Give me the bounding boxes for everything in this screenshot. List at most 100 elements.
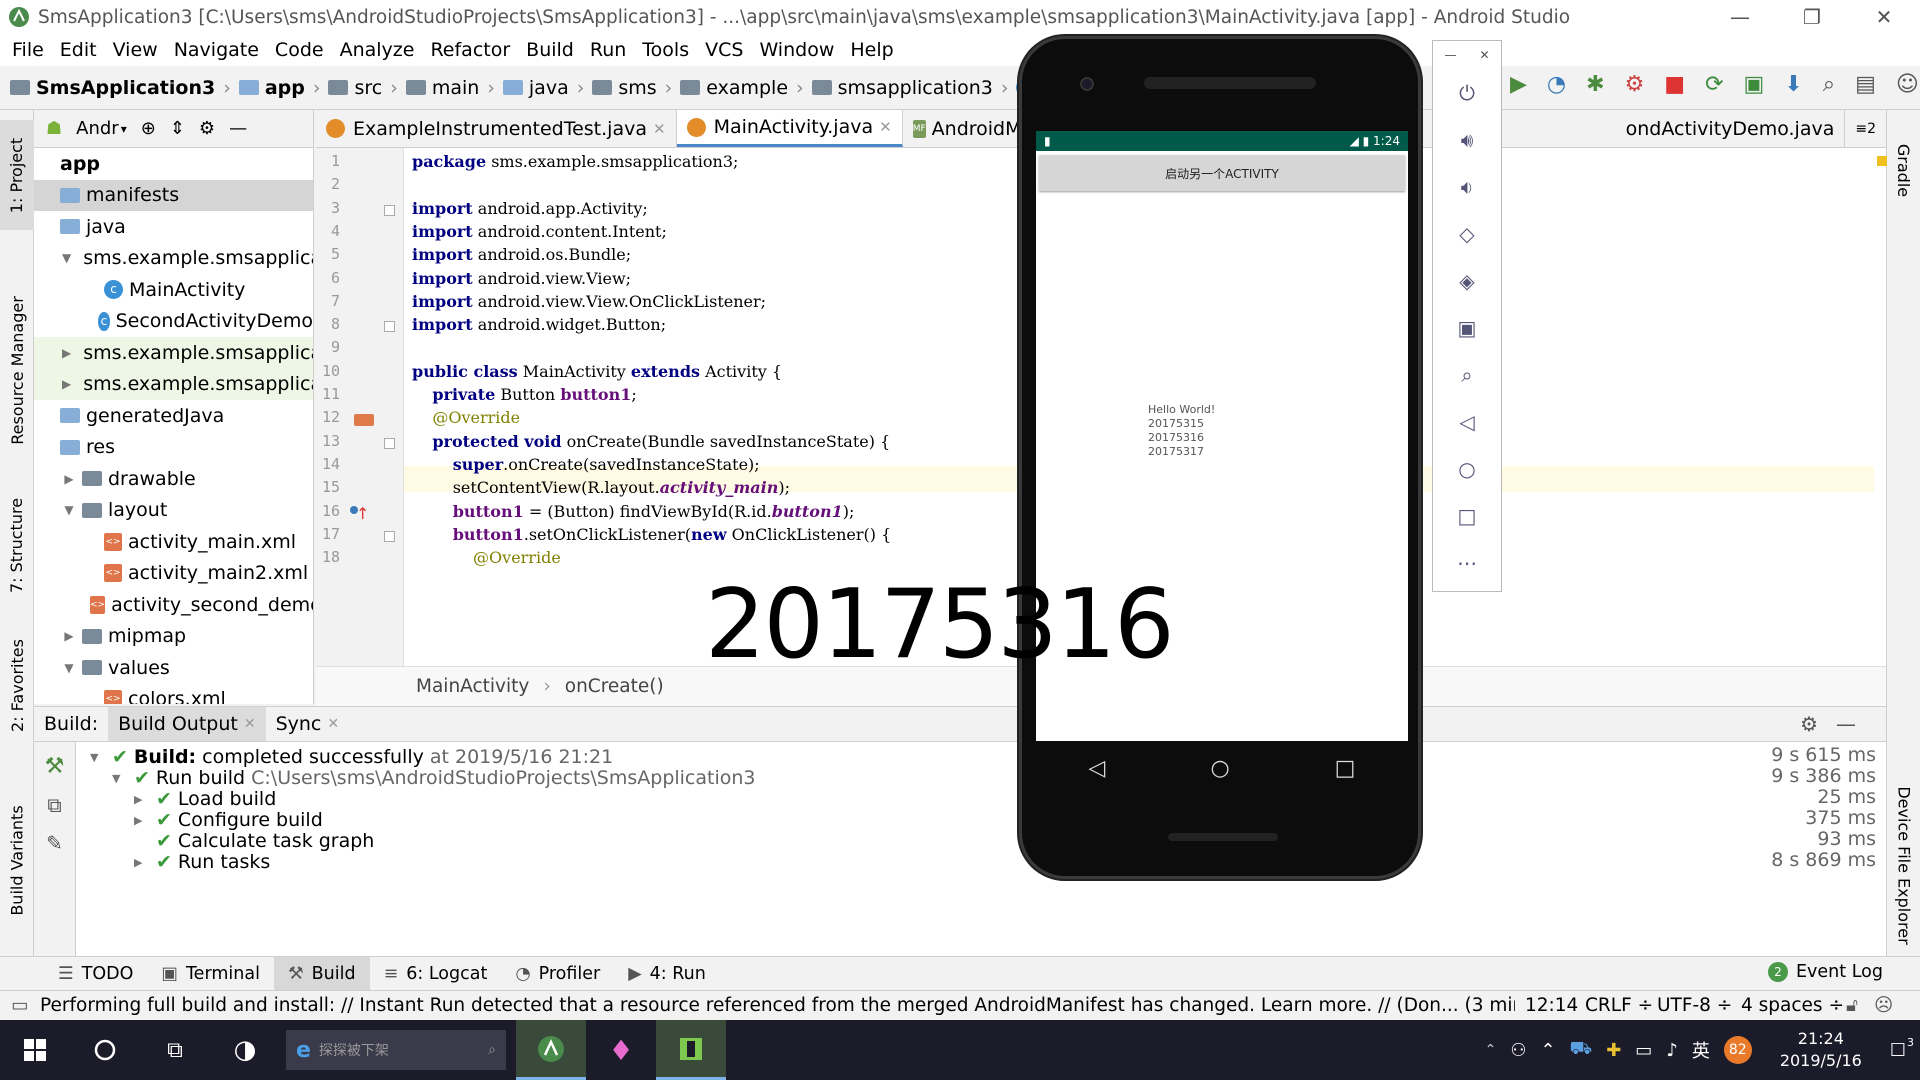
tool-tab-build[interactable]: ⚒ Build	[273, 957, 370, 990]
breadcrumb-0[interactable]: SmsApplication3	[10, 77, 215, 99]
line-separator[interactable]: CRLF ÷	[1585, 995, 1657, 1016]
tool-tab-logcat[interactable]: ≡ 6: Logcat	[370, 957, 502, 990]
code-line[interactable]: @Override	[412, 548, 561, 567]
tab-build-variants[interactable]: Build Variants	[0, 770, 34, 950]
tree-item[interactable]: c SecondActivityDemo	[34, 306, 313, 338]
hide-icon[interactable]: —	[229, 118, 247, 139]
notification-badge[interactable]: 82	[1723, 1036, 1752, 1064]
tab-gradle[interactable]: Gradle	[1887, 120, 1920, 220]
code-line[interactable]: super.onCreate(savedInstanceState);	[412, 455, 760, 474]
tree-item[interactable]: ▼ sms.example.smsapplicat	[34, 243, 313, 275]
clock[interactable]: 21:24 2019/5/16	[1780, 1028, 1862, 1072]
fold-marker-icon[interactable]	[384, 321, 395, 333]
debug-icon[interactable]: ✱	[1586, 72, 1604, 97]
breadcrumb-method[interactable]: onCreate()	[565, 676, 664, 697]
zoom-icon[interactable]: ⌕	[1433, 351, 1501, 398]
code-line[interactable]: setContentView(R.layout.activity_main);	[412, 478, 790, 497]
editor-tab[interactable]: ondActivityDemo.java	[1616, 110, 1846, 147]
code-line[interactable]: button1.setOnClickListener(new OnClickLi…	[412, 525, 892, 544]
editor-tab[interactable]: MF AndroidMar	[903, 110, 1041, 147]
menu-item-file[interactable]: File	[4, 39, 52, 61]
gear-icon[interactable]: ⚙	[199, 118, 215, 139]
tab-favorites[interactable]: 2: Favorites	[0, 610, 34, 760]
security-icon[interactable]: ✚	[1606, 1040, 1621, 1061]
tab-overflow-button[interactable]: ≡2	[1845, 110, 1886, 147]
restore-button[interactable]: ❐	[1776, 0, 1848, 34]
back-icon[interactable]: ◁	[1089, 756, 1106, 781]
tree-item[interactable]: c MainActivity	[34, 274, 313, 306]
tab-structure[interactable]: 7: Structure	[0, 480, 34, 610]
stop-icon[interactable]: ■	[1664, 72, 1685, 97]
menu-item-refactor[interactable]: Refactor	[422, 39, 518, 61]
code-line[interactable]: import android.widget.Button;	[412, 315, 666, 334]
menu-item-view[interactable]: View	[105, 39, 166, 61]
caret-position[interactable]: 12:14	[1525, 995, 1585, 1016]
camera-icon[interactable]: ▣	[1433, 304, 1501, 351]
tree-item[interactable]: java	[34, 211, 313, 243]
menu-item-vcs[interactable]: VCS	[697, 39, 751, 61]
expanded-arrow-icon[interactable]: ▼	[62, 503, 76, 517]
gear-icon[interactable]: ⚙	[1800, 712, 1818, 736]
code-line[interactable]: import android.view.View;	[412, 269, 631, 288]
home-icon[interactable]: ○	[1210, 756, 1229, 781]
breadcrumb-class[interactable]: MainActivity	[416, 676, 529, 697]
menu-item-window[interactable]: Window	[751, 39, 842, 61]
network-app-icon[interactable]: ⛟	[1570, 1038, 1593, 1062]
breadcrumb-2[interactable]: src	[328, 77, 382, 99]
rotate-left-icon[interactable]: ◇	[1433, 210, 1501, 257]
overview-icon[interactable]: □	[1433, 492, 1501, 539]
lock-icon[interactable]: 🔓︎	[1846, 995, 1858, 1016]
search-icon[interactable]: ⌕	[1823, 72, 1835, 97]
tree-arrow-icon[interactable]: ▼	[90, 751, 104, 764]
tree-item[interactable]: ▼ values	[34, 652, 313, 684]
project-structure-icon[interactable]: ▤	[1855, 72, 1876, 97]
event-log[interactable]: 2 Event Log	[1768, 962, 1883, 982]
editor-tab[interactable]: ExampleInstrumentedTest.java ✕	[316, 110, 677, 147]
ime-indicator[interactable]: 英	[1692, 1037, 1710, 1063]
back-icon[interactable]: ◁	[1433, 398, 1501, 445]
emulator-close-icon[interactable]: ✕	[1479, 48, 1489, 62]
tree-arrow-icon[interactable]: ▶	[134, 793, 148, 806]
close-button[interactable]: ✕	[1848, 0, 1920, 34]
breadcrumb-6[interactable]: example	[680, 77, 788, 99]
code-line[interactable]: private Button button1;	[412, 385, 636, 404]
tree-item[interactable]: ▼ layout	[34, 495, 313, 527]
close-tab-icon[interactable]: ✕	[879, 118, 892, 136]
people-icon[interactable]: ⚇	[1510, 1040, 1526, 1061]
menu-item-tools[interactable]: Tools	[634, 39, 697, 61]
tree-item[interactable]: <> activity_second_demo	[34, 589, 313, 621]
inspector-icon[interactable]: ☹	[1874, 995, 1893, 1016]
android-studio-taskbar-icon[interactable]	[516, 1020, 586, 1080]
tree-arrow-icon[interactable]: ▶	[134, 856, 148, 869]
tree-arrow-icon[interactable]: ▼	[112, 772, 126, 785]
fold-marker-icon[interactable]	[384, 530, 395, 542]
code-line[interactable]: import android.content.Intent;	[412, 222, 667, 241]
menu-item-run[interactable]: Run	[582, 39, 634, 61]
code-line[interactable]: import android.view.View.OnClickListener…	[412, 292, 766, 311]
expanded-arrow-icon[interactable]: ▼	[62, 661, 76, 675]
browser-search-box[interactable]: e 探探被下架 ⌕	[286, 1030, 506, 1070]
pin-icon[interactable]: ✎	[34, 831, 75, 855]
status-message[interactable]: Performing full build and install: // In…	[40, 995, 1515, 1016]
tree-item[interactable]: ▶ mipmap	[34, 621, 313, 653]
tree-item[interactable]: app	[34, 148, 313, 180]
minimize-button[interactable]: —	[1704, 0, 1776, 34]
tool-tab-terminal[interactable]: ▣ Terminal	[147, 957, 274, 990]
recents-icon[interactable]: □	[1335, 756, 1356, 781]
more-icon[interactable]: ⋯	[1433, 539, 1501, 586]
menu-item-code[interactable]: Code	[267, 39, 332, 61]
tree-item[interactable]: ▶ drawable	[34, 463, 313, 495]
tool-tab-profiler[interactable]: ◔ Profiler	[501, 957, 614, 990]
code-line[interactable]: import android.app.Activity;	[412, 199, 648, 218]
app-balloon-icon[interactable]: ♦	[586, 1020, 656, 1080]
build-tree-row[interactable]: ▶ ✔ Run tasks	[134, 849, 270, 875]
fold-marker-icon[interactable]	[384, 204, 395, 216]
tree-item[interactable]: ▶ sms.example.smsapplicat	[34, 337, 313, 369]
task-view-icon[interactable]: ⧉	[140, 1020, 210, 1080]
hammer-icon[interactable]: ⚒	[34, 754, 75, 779]
emulator-minimize-icon[interactable]: —	[1444, 48, 1456, 62]
attach-icon[interactable]: ⚙	[1625, 72, 1645, 97]
chevron-down-icon[interactable]: ▾	[121, 122, 127, 136]
xml-layout-icon[interactable]	[354, 414, 374, 426]
override-arrow-icon[interactable]: ↑	[356, 504, 369, 523]
